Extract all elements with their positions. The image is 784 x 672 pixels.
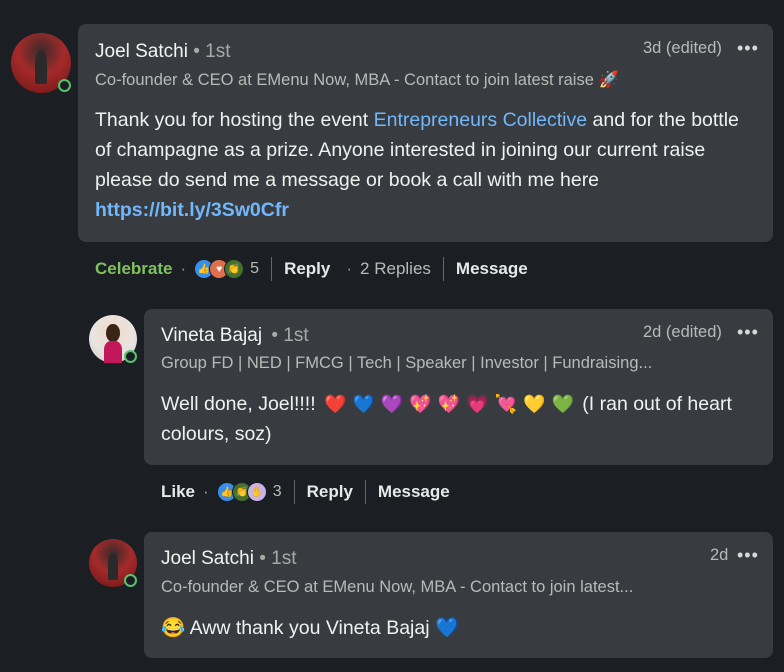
green-heart-emoji: 💚: [551, 394, 574, 414]
separator: ·: [346, 259, 353, 278]
comment-timestamp: 2d (edited): [643, 323, 722, 341]
purple-heart-emoji: 💜: [380, 394, 404, 414]
online-status-indicator: [124, 350, 137, 363]
commenter-name[interactable]: Joel Satchi • 1st: [161, 548, 297, 570]
comment-actions: Like · 👍 👏 ✋ 3 Reply Message: [161, 480, 450, 504]
replies-count-link[interactable]: 2 Replies: [360, 259, 431, 279]
comment-text: Thank you for hosting the event Entrepre…: [95, 105, 755, 225]
comment-actions: Celebrate · 👍 ♥ 👏 5 Reply · 2 Replies Me…: [95, 257, 528, 281]
sparkling-heart-emoji: 💖: [409, 394, 432, 414]
reply-button[interactable]: Reply: [284, 259, 330, 279]
more-options-icon[interactable]: •••: [737, 545, 759, 566]
commenter-name-text[interactable]: Vineta Bajaj: [161, 325, 262, 346]
reaction-count[interactable]: 5: [250, 260, 259, 278]
avatar-head: [106, 323, 120, 342]
yellow-heart-emoji: 💛: [523, 394, 546, 414]
connection-degree: • 1st: [193, 41, 231, 62]
divider: [442, 257, 444, 281]
reaction-icons[interactable]: 👍 ♥ 👏: [194, 259, 245, 279]
more-options-icon[interactable]: •••: [737, 38, 759, 59]
like-button[interactable]: Like: [161, 482, 195, 502]
commenter-name-text[interactable]: Joel Satchi: [161, 548, 254, 569]
connection-degree: • 1st: [271, 325, 309, 346]
support-reaction-icon: ✋: [246, 482, 267, 502]
red-heart-emoji: ❤️: [324, 394, 347, 414]
more-options-icon[interactable]: •••: [737, 322, 759, 343]
separator: ·: [180, 259, 187, 278]
comment-text-part: Thank you for hosting the event: [95, 109, 374, 131]
commenter-name-text[interactable]: Joel Satchi: [95, 41, 188, 62]
divider: [271, 257, 273, 281]
connection-degree: • 1st: [259, 548, 297, 569]
message-button[interactable]: Message: [378, 482, 450, 502]
divider: [364, 480, 366, 504]
commenter-name[interactable]: Vineta Bajaj • 1st: [161, 325, 309, 347]
commenter-name[interactable]: Joel Satchi • 1st: [95, 41, 231, 63]
sparkling-heart-emoji: 💖: [437, 394, 461, 414]
reaction-icons[interactable]: 👍 👏 ✋: [216, 482, 267, 502]
url-link[interactable]: https://bit.ly/3Sw0Cfr: [95, 199, 289, 221]
message-button[interactable]: Message: [456, 259, 528, 279]
commenter-headline: Group FD | NED | FMCG | Tech | Speaker |…: [161, 354, 653, 372]
separator: ·: [203, 482, 209, 501]
mention-link[interactable]: Entrepreneurs Collective: [374, 109, 588, 131]
avatar-figure: [108, 553, 118, 580]
divider: [293, 480, 295, 504]
online-status-indicator: [124, 574, 137, 587]
comment-text: 😂 Aww thank you Vineta Bajaj 💙: [161, 613, 761, 643]
commenter-headline: Co-founder & CEO at EMenu Now, MBA - Con…: [95, 71, 620, 89]
celebrate-button[interactable]: Celebrate: [95, 259, 172, 279]
comment-text-part: Well done, Joel!!!!: [161, 393, 322, 415]
avatar-figure: [104, 341, 122, 363]
reply-button[interactable]: Reply: [307, 482, 353, 502]
celebrate-reaction-icon: 👏: [224, 259, 245, 279]
blue-heart-emoji: 💙: [352, 394, 375, 414]
comment-timestamp: 3d (edited): [643, 39, 722, 57]
reaction-count[interactable]: 3: [273, 483, 282, 501]
laughing-emoji: 😂: [161, 617, 186, 639]
avatar-figure: [35, 51, 47, 84]
growing-heart-emoji: 💗: [466, 394, 489, 414]
comment-timestamp: 2d: [710, 546, 729, 564]
comment-text: Well done, Joel!!!! ❤️ 💙 💜 💖 💖 💗 💘 💛 💚 (I ran ou…: [161, 389, 761, 449]
comment-text-part: Aww thank you Vineta Bajaj: [185, 617, 435, 639]
heart-with-arrow-emoji: 💘: [494, 394, 518, 414]
commenter-headline: Co-founder & CEO at EMenu Now, MBA - Con…: [161, 578, 634, 596]
blue-heart-emoji: 💙: [434, 617, 460, 639]
online-status-indicator: [58, 79, 71, 92]
